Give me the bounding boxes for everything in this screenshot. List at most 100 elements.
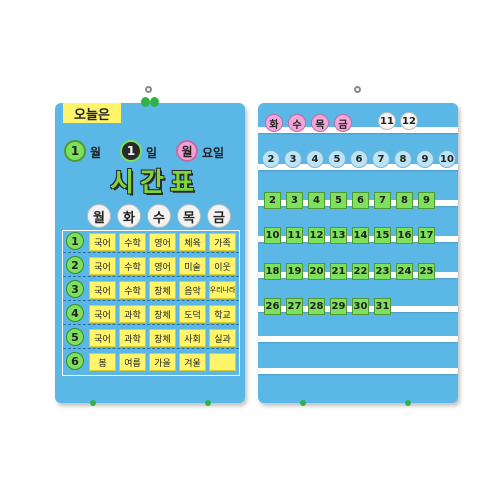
subject-card[interactable]: 체육	[179, 233, 206, 251]
month-heart[interactable]: 10	[438, 150, 456, 168]
bottom-pin	[205, 400, 211, 406]
date-square[interactable]: 15	[374, 227, 391, 244]
date-square[interactable]: 11	[286, 227, 303, 244]
period-row: 1 국어 수학 영어 체육 가족	[63, 231, 239, 253]
subject-card[interactable]: 영어	[149, 233, 176, 251]
date-square[interactable]: 10	[264, 227, 281, 244]
date-square[interactable]: 23	[374, 263, 391, 280]
date-square[interactable]: 25	[418, 263, 435, 280]
subject-card[interactable]: 창체	[149, 305, 176, 323]
period-row: 3 국어 수학 창체 음악 우리나라	[63, 279, 239, 301]
subject-card[interactable]: 창체	[149, 281, 176, 299]
date-square[interactable]: 2	[264, 192, 281, 209]
month-value-flower[interactable]: 1	[64, 140, 86, 162]
subject-card[interactable]: 음악	[179, 281, 206, 299]
period-number: 6	[66, 352, 84, 370]
weekday-value-flower[interactable]: 월	[176, 140, 198, 162]
weekday-flower[interactable]: 목	[311, 114, 329, 132]
subject-card[interactable]: 수학	[119, 233, 146, 251]
period-number: 1	[66, 232, 84, 250]
date-square[interactable]: 18	[264, 263, 281, 280]
weekday-flower[interactable]: 금	[334, 114, 352, 132]
subject-card[interactable]: 이웃	[209, 257, 236, 275]
date-square[interactable]: 29	[330, 298, 347, 315]
timetable-title: 시간표	[110, 168, 200, 198]
bottom-pin	[405, 400, 411, 406]
subject-card[interactable]: 사회	[179, 329, 206, 347]
weekday-flower[interactable]: 수	[288, 114, 306, 132]
date-square[interactable]: 17	[418, 227, 435, 244]
date-square[interactable]: 22	[352, 263, 369, 280]
month-heart[interactable]: 3	[284, 150, 302, 168]
subject-card[interactable]: 창체	[149, 329, 176, 347]
date-square[interactable]: 20	[308, 263, 325, 280]
subject-card[interactable]: 가을	[149, 353, 176, 371]
subject-card[interactable]: 여름	[119, 353, 146, 371]
subject-card[interactable]: 도덕	[179, 305, 206, 323]
subject-card[interactable]: 수학	[119, 281, 146, 299]
date-square[interactable]: 4	[308, 192, 325, 209]
date-square[interactable]: 12	[308, 227, 325, 244]
period-row: 4 국어 과학 창체 도덕 학교	[63, 303, 239, 325]
subject-card[interactable]: 수학	[119, 257, 146, 275]
felt-strip	[258, 127, 458, 133]
date-square[interactable]: 14	[352, 227, 369, 244]
date-square[interactable]: 26	[264, 298, 281, 315]
felt-strip	[258, 336, 458, 342]
month-number-flower[interactable]: 12	[400, 112, 418, 130]
period-row: 5 국어 과학 창체 사회 실과	[63, 327, 239, 349]
date-square[interactable]: 5	[330, 192, 347, 209]
date-square[interactable]: 9	[418, 192, 435, 209]
weekday-fri: 금	[207, 204, 231, 228]
date-square[interactable]: 6	[352, 192, 369, 209]
date-square[interactable]: 30	[352, 298, 369, 315]
month-number-flower[interactable]: 11	[378, 112, 396, 130]
period-number: 4	[66, 304, 84, 322]
date-square[interactable]: 8	[396, 192, 413, 209]
weekday-wed: 수	[147, 204, 171, 228]
weekday-thu: 목	[177, 204, 201, 228]
month-heart[interactable]: 6	[350, 150, 368, 168]
subject-card[interactable]: 국어	[89, 233, 116, 251]
timetable-grid: 1 국어 수학 영어 체육 가족 2 국어 수학 영어 미술 이웃 3 국어 수…	[62, 230, 240, 376]
subject-card[interactable]: 국어	[89, 305, 116, 323]
subject-card[interactable]: 국어	[89, 281, 116, 299]
month-heart[interactable]: 4	[306, 150, 324, 168]
calendar-board	[258, 103, 458, 403]
day-value-flower[interactable]: 1	[120, 140, 142, 162]
subject-card[interactable]: 과학	[119, 329, 146, 347]
subject-card[interactable]: 봄	[89, 353, 116, 371]
date-square[interactable]: 21	[330, 263, 347, 280]
today-label-card: 오늘은	[63, 103, 121, 123]
bottom-pin	[300, 400, 306, 406]
date-square[interactable]: 7	[374, 192, 391, 209]
date-square[interactable]: 24	[396, 263, 413, 280]
month-heart[interactable]: 8	[394, 150, 412, 168]
month-heart[interactable]: 2	[262, 150, 280, 168]
date-square[interactable]: 3	[286, 192, 303, 209]
subject-card[interactable]: 학교	[209, 305, 236, 323]
subject-card[interactable]: 겨울	[179, 353, 206, 371]
date-square[interactable]: 28	[308, 298, 325, 315]
subject-card[interactable]: 국어	[89, 329, 116, 347]
date-square[interactable]: 27	[286, 298, 303, 315]
date-square[interactable]: 31	[374, 298, 391, 315]
felt-strip	[258, 368, 458, 374]
month-heart[interactable]: 7	[372, 150, 390, 168]
weekday-flower[interactable]: 화	[265, 114, 283, 132]
date-square[interactable]: 19	[286, 263, 303, 280]
subject-card[interactable]: 실과	[209, 329, 236, 347]
subject-card[interactable]: 국어	[89, 257, 116, 275]
month-heart[interactable]: 9	[416, 150, 434, 168]
period-number: 2	[66, 256, 84, 274]
subject-card[interactable]: 우리나라	[209, 281, 236, 299]
date-square[interactable]: 13	[330, 227, 347, 244]
month-heart[interactable]: 5	[328, 150, 346, 168]
subject-card-empty[interactable]	[209, 353, 236, 371]
subject-card[interactable]: 과학	[119, 305, 146, 323]
green-bow-decoration	[141, 97, 159, 107]
subject-card[interactable]: 미술	[179, 257, 206, 275]
date-square[interactable]: 16	[396, 227, 413, 244]
subject-card[interactable]: 영어	[149, 257, 176, 275]
subject-card[interactable]: 가족	[209, 233, 236, 251]
